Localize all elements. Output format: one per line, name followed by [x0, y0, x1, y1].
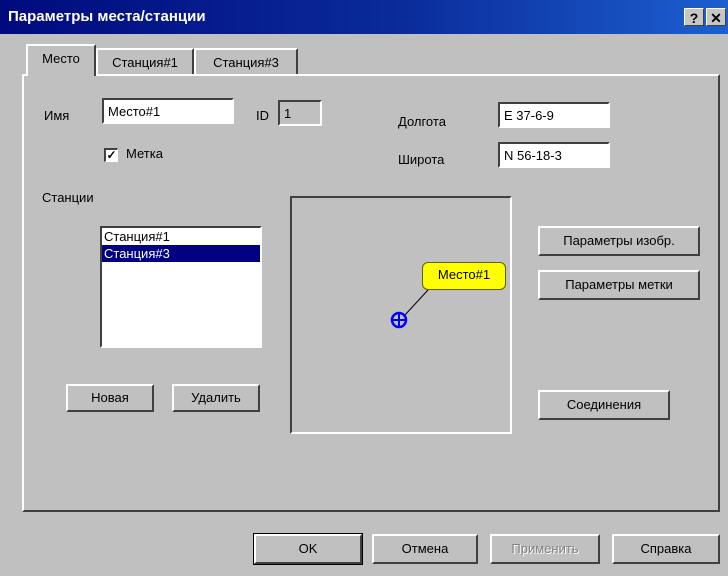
apply-button[interactable]: Применить	[490, 534, 600, 564]
window-title: Параметры места/станции	[8, 8, 206, 25]
tab-station-3[interactable]: Станция#3	[194, 48, 298, 76]
close-button[interactable]: ✕	[706, 8, 726, 26]
help-title-button[interactable]: ?	[684, 8, 704, 26]
preview-area[interactable]: Место#1	[290, 196, 512, 434]
connections-button[interactable]: Соединения	[538, 390, 670, 420]
list-item-station-3[interactable]: Станция#3	[102, 245, 260, 262]
new-station-button[interactable]: Новая	[66, 384, 154, 412]
latitude-label: Широта	[398, 152, 445, 167]
marker-checkbox-label: Метка	[126, 146, 163, 161]
image-params-button[interactable]: Параметры изобр.	[538, 226, 700, 256]
delete-station-button[interactable]: Удалить	[172, 384, 260, 412]
name-field[interactable]: Место#1	[102, 98, 234, 124]
preview-canvas	[390, 289, 429, 329]
marker-leader-line	[403, 289, 429, 317]
help-button[interactable]: Справка	[612, 534, 720, 564]
id-label: ID	[256, 108, 269, 123]
stations-label: Станции	[42, 190, 94, 205]
longitude-field[interactable]: E 37-6-9	[498, 102, 610, 128]
crosshair-circle-icon	[390, 311, 408, 329]
marker-params-button[interactable]: Параметры метки	[538, 270, 700, 300]
ok-button[interactable]: OK	[253, 533, 363, 565]
tab-station-1[interactable]: Станция#1	[96, 48, 194, 76]
longitude-label: Долгота	[398, 114, 446, 129]
name-label: Имя	[44, 108, 70, 123]
marker-label[interactable]: Место#1	[422, 262, 506, 290]
id-field: 1	[278, 100, 322, 126]
apply-button-label: Применить	[511, 541, 579, 556]
marker-checkbox[interactable]: ✓	[104, 148, 118, 162]
checkmark-icon: ✓	[106, 148, 117, 162]
stations-listbox[interactable]: Станция#1 Станция#3	[100, 226, 262, 348]
latitude-field[interactable]: N 56-18-3	[498, 142, 610, 168]
list-item-station-1[interactable]: Станция#1	[102, 228, 260, 245]
cancel-button[interactable]: Отмена	[372, 534, 478, 564]
tab-place[interactable]: Место	[26, 44, 96, 76]
